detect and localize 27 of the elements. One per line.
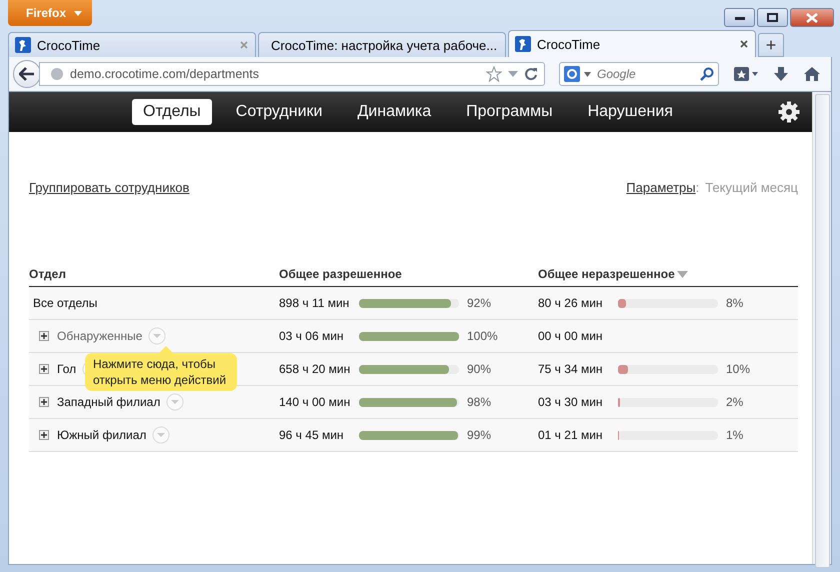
department-name: Западный филиал [57,395,160,409]
allowed-percent: 90% [467,362,492,376]
allowed-time: 140 ч 00 мин [279,395,352,409]
department-name: Гол [57,362,76,376]
separator-colon: : [696,180,700,195]
allowed-percent: 98% [467,395,492,409]
unallowed-time: 01 ч 21 мин [538,428,604,442]
hint-tooltip: Нажмите сюда, чтобы открыть меню действий [85,353,237,391]
allowed-time: 03 ч 06 мин [279,329,345,343]
allowed-percent: 99% [467,428,492,442]
unallowed-percent: 2% [726,395,744,409]
department-name: Южный филиал [57,428,146,442]
department-name: Все отделы [33,296,98,310]
unallowed-time: 00 ч 00 мин [538,329,604,343]
unallowed-percent: 8% [726,296,744,310]
unallowed-percent: 10% [726,362,750,376]
department-name: Обнаруженные [57,329,142,343]
allowed-time: 658 ч 20 мин [279,362,352,376]
unallowed-time: 03 ч 30 мин [538,395,604,409]
allowed-percent: 100% [467,329,498,343]
allowed-time: 898 ч 11 мин [279,296,350,310]
allowed-percent: 92% [467,296,492,310]
period-label: Текущий месяц [705,180,798,195]
unallowed-percent: 1% [726,428,744,442]
unallowed-time: 75 ч 34 мин [538,362,604,376]
allowed-time: 96 ч 45 мин [279,428,345,442]
unallowed-time: 80 ч 26 мин [538,296,604,310]
